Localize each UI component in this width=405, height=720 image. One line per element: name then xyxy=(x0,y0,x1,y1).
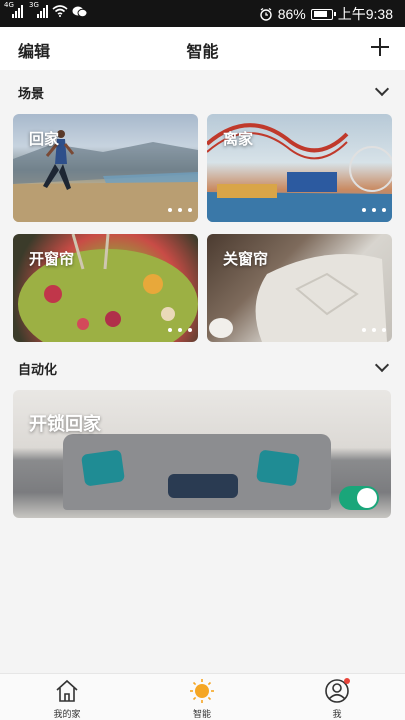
tab-home[interactable]: 我的家 xyxy=(27,674,107,720)
pillow-image xyxy=(168,474,238,498)
status-right: 86% 上午9:38 xyxy=(259,4,393,24)
wechat-icon xyxy=(72,6,88,17)
status-left: 4G 3G xyxy=(4,1,88,18)
status-bar: 4G 3G 86% 上午9:38 xyxy=(0,0,405,27)
clock: 上午9:38 xyxy=(337,6,393,22)
scenes-section-label: 场景 xyxy=(18,87,45,102)
tab-label: 智能 xyxy=(192,710,211,720)
scene-card-close-curtains[interactable]: 关窗帘 xyxy=(207,234,392,342)
chevron-down-icon[interactable] xyxy=(374,81,390,97)
battery-icon xyxy=(310,8,336,20)
page-title: 智能 xyxy=(186,42,219,61)
more-icon[interactable] xyxy=(168,326,192,334)
tab-me[interactable]: 我 xyxy=(297,674,377,720)
toggle-knob xyxy=(357,488,377,508)
scene-card-title: 开窗帘 xyxy=(29,250,75,268)
automation-toggle[interactable] xyxy=(339,486,379,510)
scene-card-title: 关窗帘 xyxy=(223,250,269,268)
tab-label: 我的家 xyxy=(53,710,81,720)
network-type-2: 3G xyxy=(29,1,39,9)
automation-card-unlock-home[interactable]: 开锁回家 xyxy=(13,390,391,518)
more-icon[interactable] xyxy=(362,326,386,334)
automation-section-header[interactable]: 自动化 xyxy=(0,352,405,382)
signal-icon: 4G xyxy=(4,1,23,18)
add-icon[interactable] xyxy=(365,32,395,62)
scenes-section-header[interactable]: 场景 xyxy=(0,76,405,106)
signal-icon-2: 3G xyxy=(29,1,48,18)
scene-card-open-curtains[interactable]: 开窗帘 xyxy=(13,234,198,342)
scene-card-home[interactable]: 回家 xyxy=(13,114,198,222)
battery-percent: 86% xyxy=(277,6,306,22)
home-icon xyxy=(56,679,78,702)
tab-label: 我 xyxy=(332,710,342,720)
wifi-icon xyxy=(52,5,68,17)
tab-smart[interactable]: 智能 xyxy=(162,674,242,720)
pillow-image xyxy=(80,449,126,487)
automation-card-title: 开锁回家 xyxy=(29,414,101,435)
more-icon[interactable] xyxy=(362,206,386,214)
more-icon[interactable] xyxy=(168,206,192,214)
notification-dot xyxy=(344,678,350,684)
automation-section-label: 自动化 xyxy=(18,363,58,378)
tab-bar: 我的家 智能 我 xyxy=(0,673,405,720)
chevron-down-icon[interactable] xyxy=(374,357,390,373)
pillow-image xyxy=(255,449,301,487)
scene-card-title: 回家 xyxy=(29,130,60,148)
scene-card-away[interactable]: 离家 xyxy=(207,114,392,222)
sun-icon xyxy=(190,679,214,703)
nav-bar: 编辑 智能 xyxy=(0,27,405,70)
network-type-1: 4G xyxy=(4,1,14,9)
scene-card-title: 离家 xyxy=(223,130,254,148)
alarm-icon xyxy=(260,7,272,21)
